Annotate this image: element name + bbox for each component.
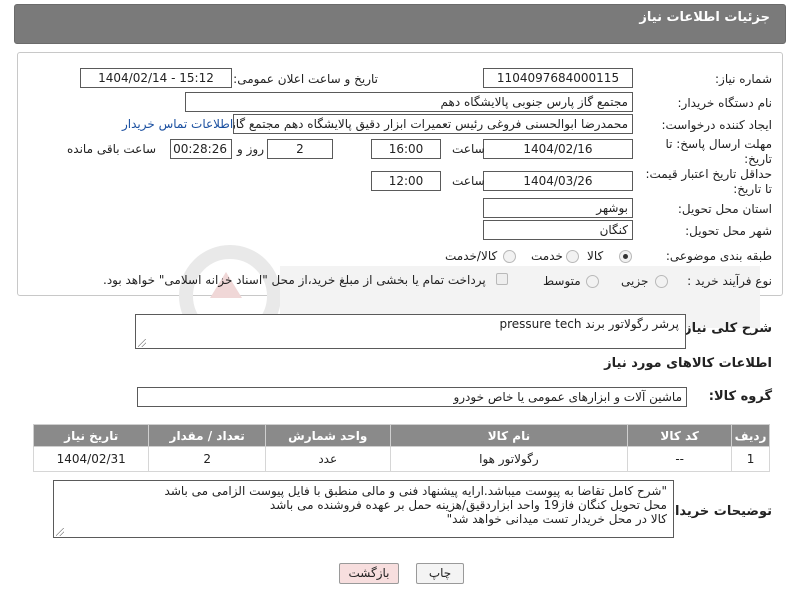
cell-item-code: -- bbox=[627, 446, 733, 472]
buyer-contact-link[interactable]: اطلاعات تماس خریدار bbox=[122, 117, 233, 131]
announce-label: تاریخ و ساعت اعلان عمومی: bbox=[233, 72, 378, 86]
announce-field: 1404/02/14 - 15:12 bbox=[80, 68, 232, 88]
category-radio-service[interactable] bbox=[566, 250, 579, 263]
page-title: جزئیات اطلاعات نیاز bbox=[639, 10, 770, 25]
buyer-org-label: نام دستگاه خریدار: bbox=[677, 96, 773, 110]
days-remaining-field: 2 bbox=[267, 139, 333, 159]
cell-row-number: 1 bbox=[731, 446, 770, 472]
buyer-notes-line-1: "شرح کامل تقاضا به پیوست میباشد.ارایه پی… bbox=[164, 484, 667, 498]
process-radio-minor[interactable] bbox=[655, 275, 668, 288]
buyer-notes-line-3: کالا در محل خریدار تست میدانی خواهد شد" bbox=[446, 512, 667, 526]
description-label: شرح کلی نیاز: bbox=[678, 321, 772, 336]
cell-unit: عدد bbox=[264, 446, 391, 472]
remaining-time-field: 00:28:26 bbox=[170, 139, 232, 159]
category-label: طبقه بندی موضوعی: bbox=[665, 249, 772, 263]
goods-section-title: اطلاعات کالاهای مورد نیاز bbox=[604, 356, 772, 371]
validity-label-line2: تا تاریخ: bbox=[733, 182, 772, 196]
col-header-row-number: ردیف bbox=[731, 424, 770, 447]
back-button[interactable]: بازگشت bbox=[339, 563, 399, 584]
city-label: شهر محل تحویل: bbox=[685, 224, 772, 238]
goods-group-field: ماشین آلات و ابزارهای عمومی یا خاص خودرو bbox=[137, 387, 687, 407]
deadline-label-line1: مهلت ارسال پاسخ: تا bbox=[665, 137, 772, 151]
print-button[interactable]: چاپ bbox=[416, 563, 464, 584]
province-label: استان محل تحویل: bbox=[677, 202, 772, 216]
resize-grip-icon[interactable] bbox=[56, 528, 64, 536]
days-label: روز و bbox=[237, 142, 264, 156]
description-text: پرشر رگولاتور برند pressure tech bbox=[499, 317, 679, 331]
category-option-service: خدمت bbox=[531, 249, 563, 263]
requester-field: محمدرضا ابوالحسنی فروغی رئیس تعمیرات ابز… bbox=[233, 114, 633, 134]
validity-date-field: 1404/03/26 bbox=[483, 171, 633, 191]
process-option-medium: متوسط bbox=[543, 274, 581, 288]
table-header-row: ردیف کد کالا نام کالا واحد شمارش تعداد /… bbox=[32, 424, 770, 447]
col-header-quantity: تعداد / مقدار bbox=[148, 424, 266, 447]
validity-label-line1: حداقل تاریخ اعتبار قیمت: bbox=[645, 167, 772, 181]
city-field: کنگان bbox=[483, 220, 633, 240]
process-type-label: نوع فرآیند خرید : bbox=[687, 274, 772, 288]
buyer-org-field: مجتمع گاز پارس جنوبی پالایشگاه دهم bbox=[185, 92, 633, 112]
validity-time-label: ساعت bbox=[452, 174, 485, 188]
process-radio-medium[interactable] bbox=[586, 275, 599, 288]
deadline-time-label: ساعت bbox=[452, 142, 485, 156]
category-option-goods: کالا bbox=[587, 249, 604, 263]
items-table: ردیف کد کالا نام کالا واحد شمارش تعداد /… bbox=[32, 424, 770, 472]
col-header-item-code: کد کالا bbox=[627, 424, 733, 447]
category-radio-goods-service[interactable] bbox=[503, 250, 516, 263]
process-option-minor: جزیی bbox=[621, 274, 649, 288]
category-option-goods-service: کالا/خدمت bbox=[445, 249, 498, 263]
treasury-payment-checkbox[interactable] bbox=[496, 273, 508, 285]
buyer-notes-textarea[interactable]: "شرح کامل تقاضا به پیوست میباشد.ارایه پی… bbox=[53, 480, 674, 538]
description-textarea[interactable]: پرشر رگولاتور برند pressure tech bbox=[135, 314, 686, 349]
requester-label: ایجاد کننده درخواست: bbox=[661, 118, 772, 132]
col-header-item-name: نام کالا bbox=[389, 424, 629, 447]
deadline-time-field: 16:00 bbox=[371, 139, 441, 159]
cell-need-date: 1404/02/31 bbox=[32, 446, 150, 472]
remaining-time-label: ساعت باقی مانده bbox=[67, 142, 157, 156]
col-header-need-date: تاریخ نیاز bbox=[32, 424, 150, 447]
buyer-notes-line-2: محل تحویل کنگان فاز19 واحد ابزاردقیق/هزی… bbox=[269, 498, 667, 512]
deadline-date-field: 1404/02/16 bbox=[483, 139, 633, 159]
col-header-unit: واحد شمارش bbox=[264, 424, 391, 447]
treasury-payment-note: پرداخت تمام یا بخشی از مبلغ خرید،از محل … bbox=[103, 273, 486, 287]
buyer-notes-label: توضیحات خریدار: bbox=[662, 504, 772, 519]
table-row: 1 -- رگولاتور هوا عدد 2 1404/02/31 bbox=[32, 446, 770, 472]
province-field: بوشهر bbox=[483, 198, 633, 218]
need-number-label: شماره نیاز: bbox=[715, 72, 772, 86]
validity-time-field: 12:00 bbox=[371, 171, 441, 191]
goods-group-label: گروه کالا: bbox=[708, 389, 772, 404]
cell-item-name: رگولاتور هوا bbox=[389, 446, 629, 472]
deadline-label-line2: تاریخ: bbox=[744, 152, 772, 166]
cell-quantity: 2 bbox=[148, 446, 266, 472]
category-radio-goods[interactable] bbox=[619, 250, 632, 263]
resize-grip-icon[interactable] bbox=[138, 339, 146, 347]
need-number-field: 1104097684000115 bbox=[483, 68, 633, 88]
